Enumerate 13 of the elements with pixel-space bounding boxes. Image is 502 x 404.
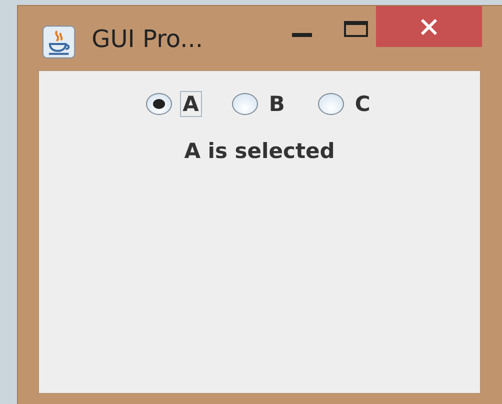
radio-button[interactable] <box>318 93 344 115</box>
close-icon <box>420 18 438 36</box>
status-label: A is selected <box>184 139 335 163</box>
maximize-icon <box>344 21 368 37</box>
minimize-icon <box>292 33 312 37</box>
radio-label[interactable]: A <box>180 91 202 117</box>
radio-button[interactable] <box>146 93 172 115</box>
radio-label[interactable]: C <box>352 91 374 117</box>
radio-label[interactable]: B <box>266 91 288 117</box>
window-title: GUI Pro... <box>92 25 204 53</box>
close-button[interactable] <box>376 6 482 47</box>
radio-button[interactable] <box>232 93 258 115</box>
java-cup-icon <box>42 25 76 59</box>
